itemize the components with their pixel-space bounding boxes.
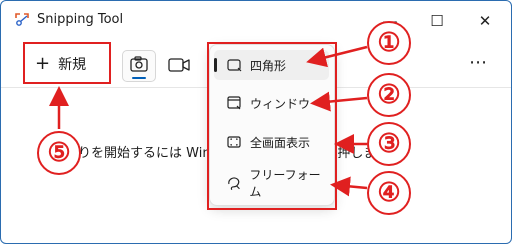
arrow-2 (310, 91, 368, 112)
annotation-arrows (49, 45, 368, 197)
callout-1: ① (367, 21, 411, 65)
callout-5: ⑤ (37, 131, 81, 175)
arrow-4 (330, 176, 368, 197)
callout-4: ④ (367, 171, 411, 215)
callout-3: ③ (367, 122, 411, 166)
snipping-tool-window: Snipping Tool — ☐ ✕ + 新規 ⋯ 切り取りを開始するには W… (0, 0, 512, 244)
callout-2: ② (367, 73, 411, 117)
arrow-1 (306, 45, 368, 68)
